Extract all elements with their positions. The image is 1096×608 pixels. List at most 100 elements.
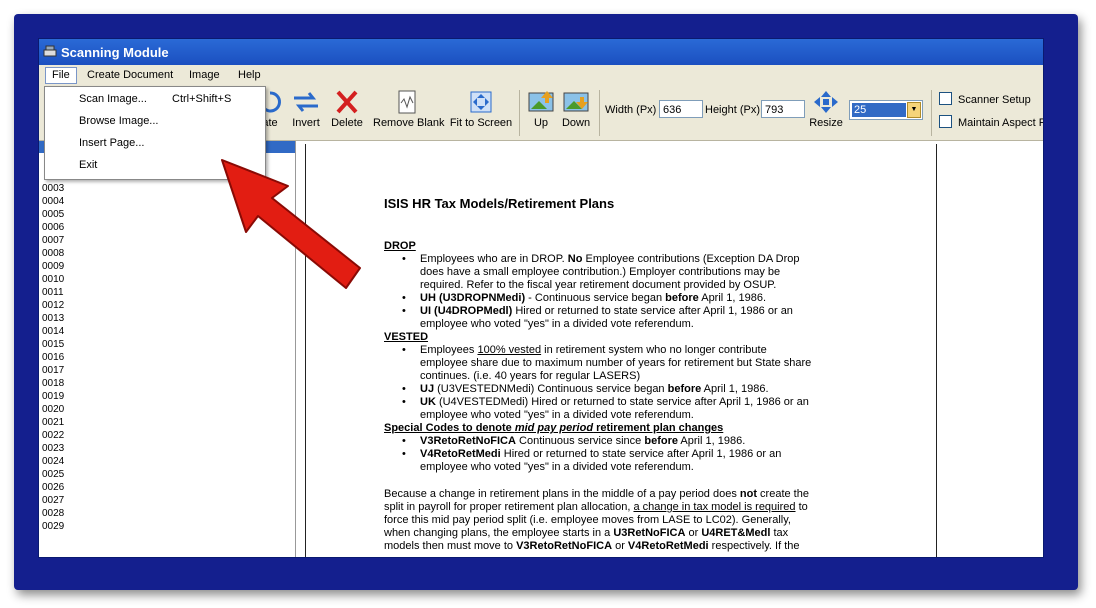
doc-line: employee who voted "yes" in a divided vo…	[420, 318, 694, 330]
shortcut-label: Ctrl+Shift+S	[172, 93, 232, 105]
width-input[interactable]: 636	[659, 100, 703, 118]
invert-icon	[294, 92, 318, 112]
red-arrow-annotation	[221, 159, 361, 289]
page-list-item[interactable]: 0005	[42, 208, 64, 221]
page-list-item[interactable]: 0018	[42, 377, 64, 390]
doc-bullet: •	[402, 292, 406, 304]
page-list-item[interactable]: 0016	[42, 351, 64, 364]
doc-heading-special: Special Codes to denote mid pay period r…	[384, 422, 724, 434]
page-list-item[interactable]: 0029	[42, 520, 64, 533]
doc-line: Employees 100% vested in retirement syst…	[420, 344, 767, 356]
doc-line: employee who voted "yes" in a divided vo…	[420, 409, 694, 421]
doc-line: UJ (U3VESTEDNMedi) Continuous service be…	[420, 383, 769, 395]
blank-page-icon	[398, 90, 416, 114]
page-list-item[interactable]: 0025	[42, 468, 64, 481]
page-list-item[interactable]: 0026	[42, 481, 64, 494]
doc-heading-drop: DROP	[384, 240, 416, 252]
page-list-item[interactable]: 0003	[42, 182, 64, 195]
zoom-value: 25	[852, 103, 906, 117]
page-list-item[interactable]: 0014	[42, 325, 64, 338]
checkbox-icon[interactable]	[939, 92, 952, 105]
page-list-item[interactable]: 0015	[42, 338, 64, 351]
page-list-item[interactable]: 0011	[42, 286, 64, 299]
page-list-item[interactable]: 0017	[42, 364, 64, 377]
move-down-button[interactable]: Down	[561, 89, 591, 129]
doc-bullet: •	[402, 344, 406, 356]
menu-bar: File Create Document Image Help	[39, 65, 1043, 86]
scanned-document: ISIS HR Tax Models/Retirement Plans DROP…	[305, 144, 937, 557]
fit-screen-icon	[470, 91, 492, 113]
doc-line: employee who voted "yes" in a divided vo…	[420, 461, 694, 473]
doc-line: Because a change in retirement plans in …	[384, 488, 809, 500]
height-input[interactable]: 793	[761, 100, 805, 118]
scanner-setup-checkbox[interactable]: Scanner Setup	[939, 92, 1031, 106]
doc-bullet: •	[402, 253, 406, 265]
toolbar-separator	[931, 90, 932, 136]
image-viewer[interactable]: ISIS HR Tax Models/Retirement Plans DROP…	[296, 141, 1043, 557]
menu-create-document[interactable]: Create Document	[81, 68, 179, 83]
page-list-item[interactable]: 0009	[42, 260, 64, 273]
doc-line: continues. (i.e. 40 years for regular LA…	[420, 370, 641, 382]
doc-line: required. Refer to the fiscal year retir…	[420, 279, 777, 291]
doc-line: UK (U4VESTEDMedi) Hired or returned to s…	[420, 396, 809, 408]
menu-help[interactable]: Help	[232, 68, 267, 83]
doc-line: UI (U4DROPMedl) Hired or returned to sta…	[420, 305, 793, 317]
fit-to-screen-button[interactable]: Fit to Screen	[449, 89, 513, 129]
page-list-item[interactable]: 0027	[42, 494, 64, 507]
invert-button[interactable]: Invert	[287, 89, 325, 129]
doc-bullet: •	[402, 448, 406, 460]
doc-line: Employees who are in DROP. No Employee c…	[420, 253, 800, 265]
doc-bullet: •	[402, 396, 406, 408]
doc-line: does have a small employee contribution.…	[420, 266, 781, 278]
maintain-aspect-checkbox[interactable]: Maintain Aspect F	[939, 115, 1043, 129]
toolbar-separator	[519, 90, 520, 136]
delete-x-icon	[336, 90, 358, 114]
width-label: Width (Px)	[605, 104, 657, 116]
page-list-item[interactable]: 0007	[42, 234, 64, 247]
page-list-item[interactable]: 0022	[42, 429, 64, 442]
doc-line: models then must move to V3RetoRetNoFICA…	[384, 540, 800, 552]
window-title: Scanning Module	[61, 45, 169, 60]
move-up-button[interactable]: Up	[527, 89, 555, 129]
doc-bullet: •	[402, 305, 406, 317]
page-list-item[interactable]: 0012	[42, 299, 64, 312]
menu-image[interactable]: Image	[183, 68, 226, 83]
menu-file[interactable]: File	[45, 67, 77, 84]
doc-heading-vested: VESTED	[384, 331, 429, 343]
resize-arrows-icon	[814, 91, 838, 113]
menu-item-browse-image[interactable]: Browse Image...	[45, 111, 265, 131]
height-label: Height (Px)	[705, 104, 761, 116]
resize-button[interactable]: Resize	[809, 89, 843, 129]
page-list-item[interactable]: 0008	[42, 247, 64, 260]
image-up-icon	[528, 91, 554, 112]
page-list-item[interactable]: 0013	[42, 312, 64, 325]
image-down-icon	[563, 92, 589, 112]
page-list-item[interactable]: 0023	[42, 442, 64, 455]
page-list-item[interactable]: 0006	[42, 221, 64, 234]
doc-line: V3RetoRetNoFICA Continuous service since…	[420, 435, 746, 447]
doc-title: ISIS HR Tax Models/Retirement Plans	[384, 196, 615, 211]
zoom-combo[interactable]: 25 ▼	[849, 100, 923, 120]
toolbar-separator	[599, 90, 600, 136]
doc-line: V4RetoRetMedi Hired or returned to state…	[420, 448, 782, 460]
page-list-item[interactable]: 0024	[42, 455, 64, 468]
doc-line: employee share due to maximum number of …	[420, 357, 812, 369]
doc-bullet: •	[402, 435, 406, 447]
page-list-item[interactable]: 0004	[42, 195, 64, 208]
combo-arrow-icon[interactable]: ▼	[907, 102, 921, 118]
menu-item-scan-image[interactable]: Scan Image... Ctrl+Shift+S	[45, 89, 265, 109]
page-list-item[interactable]: 0020	[42, 403, 64, 416]
page-list-item[interactable]: 0021	[42, 416, 64, 429]
doc-line: split in payroll for proper retirement p…	[384, 501, 808, 513]
scanner-icon	[43, 45, 57, 57]
delete-button[interactable]: Delete	[330, 89, 364, 129]
page-list-item[interactable]: 0010	[42, 273, 64, 286]
checkbox-icon[interactable]	[939, 115, 952, 128]
page-list-item[interactable]: 0019	[42, 390, 64, 403]
title-bar[interactable]: Scanning Module	[39, 39, 1043, 65]
doc-bullet: •	[402, 383, 406, 395]
doc-line: force this mid pay period split (i.e. em…	[384, 514, 791, 526]
page-list-item[interactable]: 0028	[42, 507, 64, 520]
remove-blank-button[interactable]: Remove Blank	[373, 89, 445, 129]
doc-line: UH (U3DROPNMedi) - Continuous service be…	[420, 292, 767, 304]
